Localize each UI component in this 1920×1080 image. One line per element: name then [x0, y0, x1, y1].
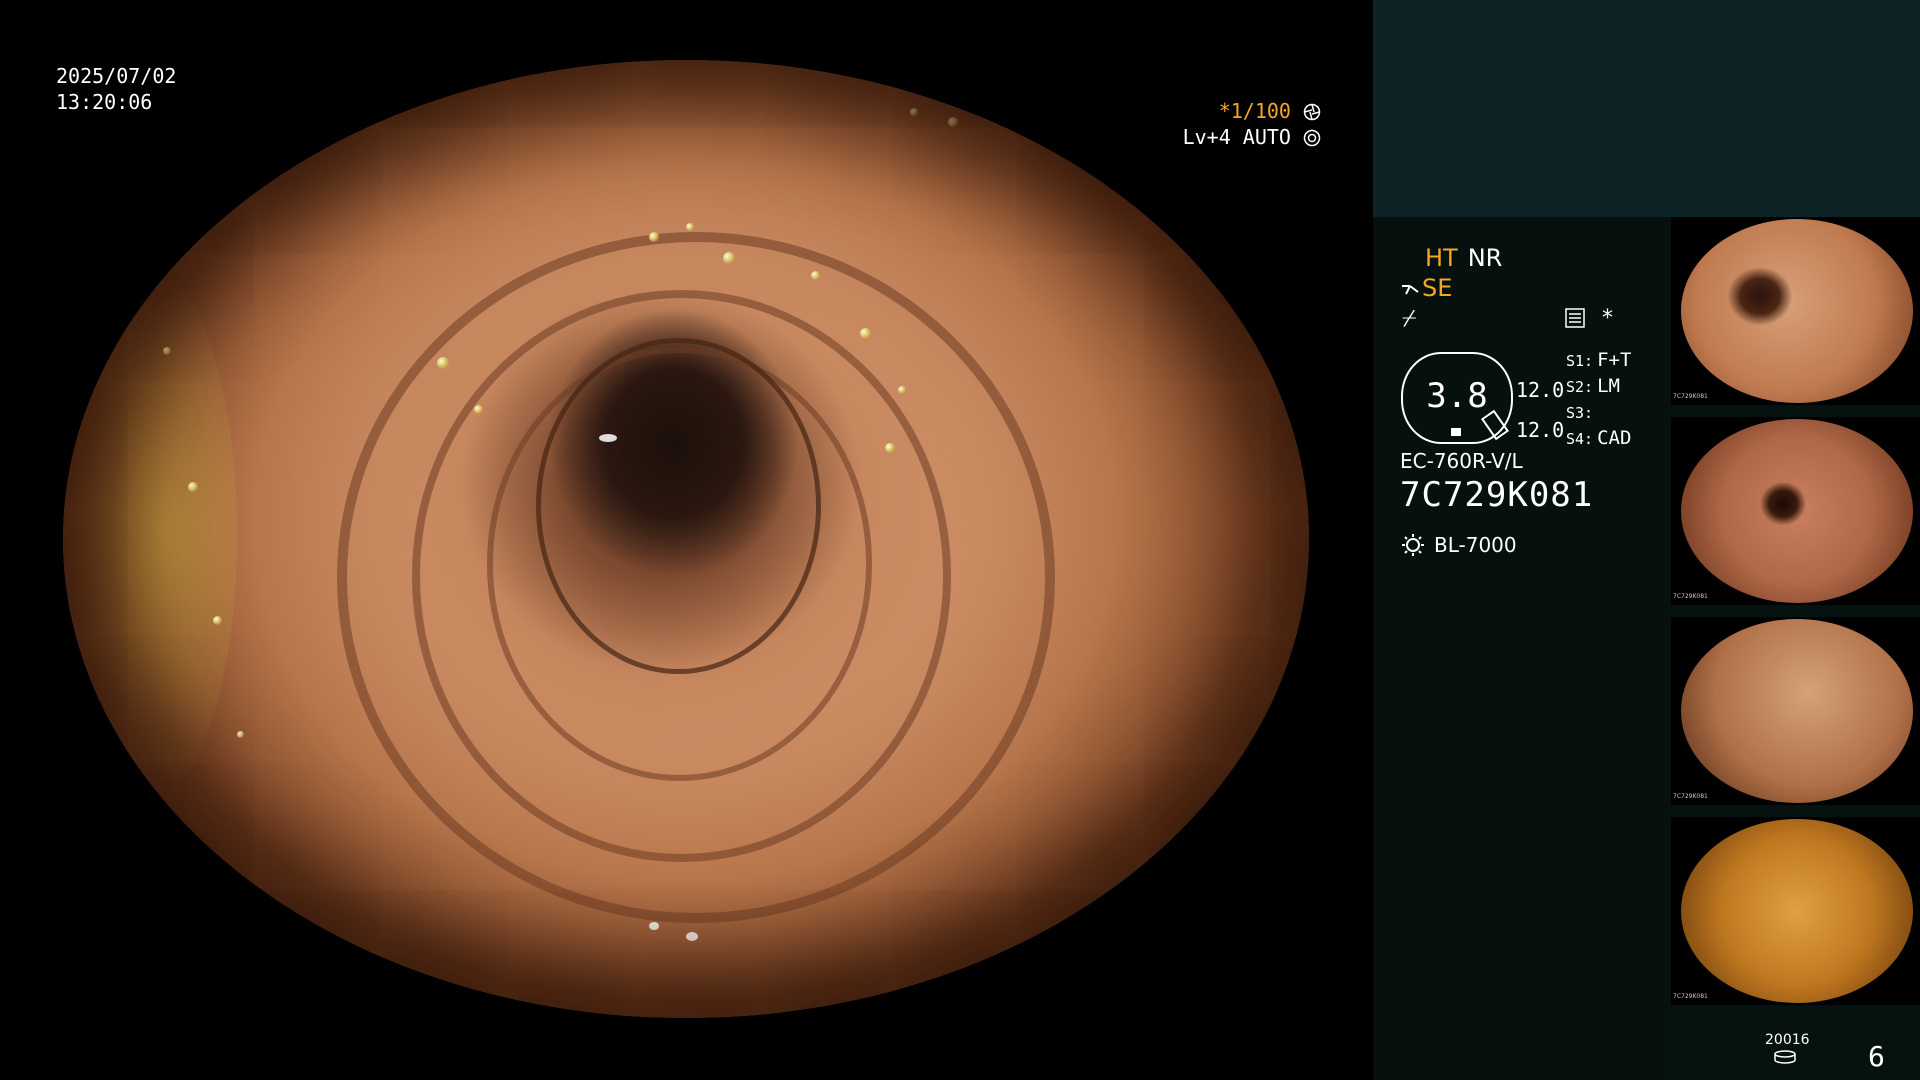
- switch-s4: S4: CAD: [1566, 427, 1632, 449]
- thumbnail-serial: 7C729K081: [1673, 593, 1708, 600]
- exposure-overlay: *1/100 Lv+4 AUTO: [1183, 98, 1321, 150]
- lens-values: 12.0 12.0: [1516, 370, 1564, 450]
- endoscope-main-view: 2025/07/02 13:20:06 *1/100 Lv+4 AUTO: [0, 0, 1373, 1080]
- captured-thumbnail[interactable]: 7C729K081: [1671, 217, 1920, 405]
- light-source-icon: [1402, 534, 1424, 556]
- settings-list-icon: [1565, 308, 1585, 328]
- zoom-bar: [1451, 428, 1461, 436]
- scope-model: EC-760R-V/L: [1400, 449, 1523, 473]
- light-level: Lv+4 AUTO: [1182, 125, 1291, 149]
- datetime-overlay: 2025/07/02 13:20:06: [56, 63, 176, 115]
- captured-thumbnail[interactable]: 7C729K081: [1671, 817, 1920, 1005]
- time-text: 13:20:06: [56, 90, 153, 114]
- se-mode: SE: [1422, 274, 1453, 302]
- processing-modes: HT NR: [1425, 244, 1512, 272]
- switch-s2: S2: LM: [1566, 375, 1620, 397]
- image-count: 6: [1868, 1040, 1885, 1073]
- lens-value: 12.0: [1516, 418, 1565, 442]
- endoscopic-image: [63, 60, 1309, 1018]
- storage-disk-icon: [1774, 1050, 1796, 1064]
- enhance-icon: [1402, 285, 1419, 295]
- light-source-name: BL-7000: [1434, 533, 1517, 557]
- enhance-row: ⌿: [1402, 304, 1416, 332]
- scope-serial: 7C729K081: [1400, 475, 1594, 515]
- captured-thumbnail[interactable]: 7C729K081: [1671, 417, 1920, 605]
- top-info-panel: [1373, 0, 1920, 217]
- thumbnail-image: [1681, 819, 1913, 1003]
- image-vignette: [63, 60, 1309, 1018]
- storage-code: 20016: [1765, 1032, 1810, 1048]
- captured-thumbnail[interactable]: 7C729K081: [1671, 617, 1920, 805]
- light-level-row: Lv+4 AUTO: [1183, 124, 1321, 150]
- thumbnail-serial: 7C729K081: [1673, 393, 1708, 400]
- thumbnail-image: [1681, 619, 1913, 803]
- thumbnail-serial: 7C729K081: [1673, 793, 1708, 800]
- switch-s1: S1: F+T: [1566, 349, 1632, 371]
- thumbnail-image: [1681, 219, 1913, 403]
- shutter-speed: *1/100: [1218, 99, 1291, 123]
- shutter-row: *1/100: [1183, 98, 1321, 124]
- thumbnail-serial: 7C729K081: [1673, 993, 1708, 1000]
- structure-enhancement-row: SE: [1400, 274, 1452, 302]
- aperture-icon: [1303, 103, 1321, 121]
- ht-mode: HT: [1425, 244, 1458, 272]
- zoom-indicator: 3.8: [1401, 352, 1513, 444]
- switch-s3: S3:: [1566, 404, 1594, 422]
- star-marker: *: [1602, 306, 1613, 331]
- light-source-row: BL-7000: [1400, 532, 1517, 558]
- lens-value: 12.0: [1516, 378, 1565, 402]
- nr-mode: NR: [1467, 244, 1503, 272]
- enhance-symbol: ⌿: [1402, 304, 1417, 332]
- enhance-icons: *: [1565, 306, 1613, 331]
- thumbnail-image: [1681, 419, 1913, 603]
- date-text: 2025/07/02: [56, 64, 177, 88]
- scope-switches: S1: F+T S2: LM S3: S4: CAD: [1566, 348, 1631, 452]
- settings-panel: [1373, 217, 1670, 1080]
- auto-iris-icon: [1303, 129, 1321, 147]
